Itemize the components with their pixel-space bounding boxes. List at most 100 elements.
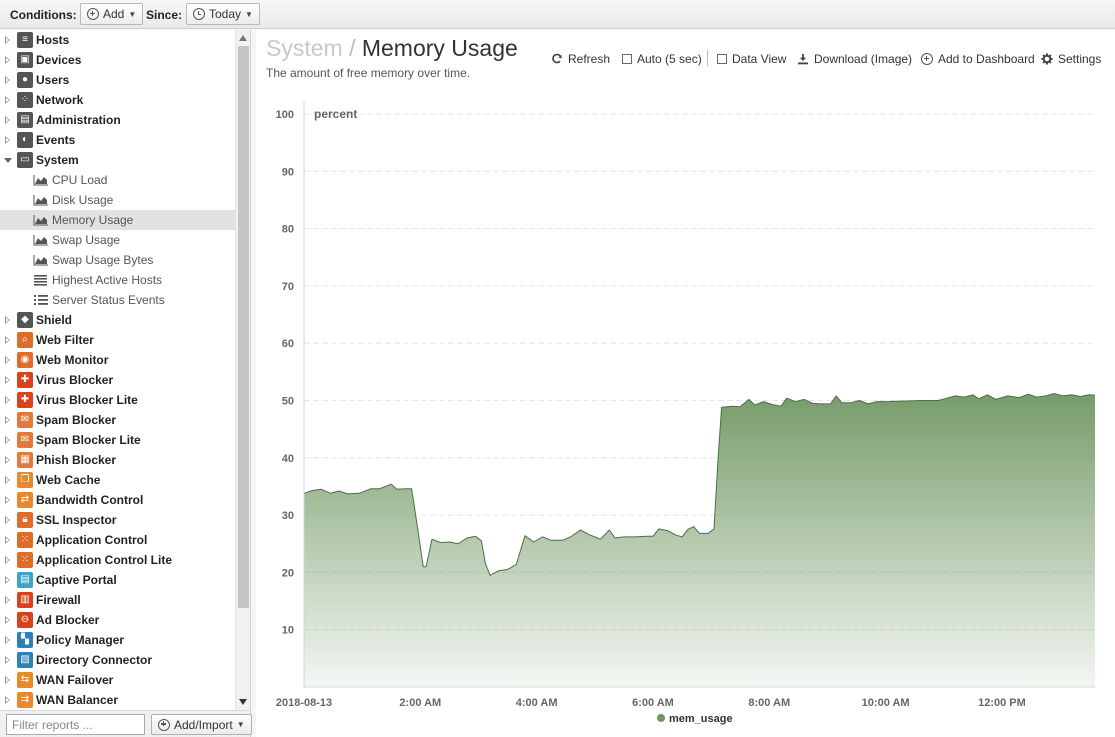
spam-blocker-lite-icon: ✉ xyxy=(17,432,33,448)
sidebar-item-label: Web Monitor xyxy=(36,353,109,367)
report-item-server-status-events[interactable]: Server Status Events xyxy=(0,290,235,310)
sidebar-item-web-monitor[interactable]: ◉ Web Monitor xyxy=(0,350,235,370)
filter-reports-input[interactable] xyxy=(6,714,145,735)
sidebar-item-network[interactable]: ⁘ Network xyxy=(0,90,235,110)
sidebar-item-web-filter[interactable]: ⌕ Web Filter xyxy=(0,330,235,350)
y-tick-label: 50 xyxy=(282,396,294,408)
sidebar-item-ad-blocker[interactable]: ⊖ Ad Blocker xyxy=(0,610,235,630)
sidebar-item-devices[interactable]: ▣ Devices xyxy=(0,50,235,70)
area-chart-icon xyxy=(33,234,49,246)
sidebar-scrollbar[interactable] xyxy=(235,30,250,710)
expanded-arrow-icon[interactable] xyxy=(4,158,12,163)
sidebar-item-label: Application Control Lite xyxy=(36,553,172,567)
collapsed-arrow-icon[interactable] xyxy=(5,116,10,124)
sidebar-item-application-control-lite[interactable]: ⁙ Application Control Lite xyxy=(0,550,235,570)
plus-circle-icon xyxy=(87,8,99,20)
sidebar-item-users[interactable]: ● Users xyxy=(0,70,235,90)
conditions-label: Conditions: xyxy=(10,8,77,22)
collapsed-arrow-icon[interactable] xyxy=(5,656,10,664)
sidebar-item-virus-blocker-lite[interactable]: ✚ Virus Blocker Lite xyxy=(0,390,235,410)
collapsed-arrow-icon[interactable] xyxy=(5,136,10,144)
sidebar-item-hosts[interactable]: ≡ Hosts xyxy=(0,30,235,50)
collapsed-arrow-icon[interactable] xyxy=(5,676,10,684)
collapsed-arrow-icon[interactable] xyxy=(5,636,10,644)
sidebar-item-virus-blocker[interactable]: ✚ Virus Blocker xyxy=(0,370,235,390)
sidebar-item-label: Shield xyxy=(36,313,73,327)
y-tick-label: 70 xyxy=(282,281,294,293)
collapsed-arrow-icon[interactable] xyxy=(5,36,10,44)
collapsed-arrow-icon[interactable] xyxy=(5,516,10,524)
sidebar-item-label: Web Cache xyxy=(36,473,101,487)
sidebar-item-wan-failover[interactable]: ⇆ WAN Failover xyxy=(0,670,235,690)
collapsed-arrow-icon[interactable] xyxy=(5,336,10,344)
collapsed-arrow-icon[interactable] xyxy=(5,436,10,444)
collapsed-arrow-icon[interactable] xyxy=(5,616,10,624)
scroll-down-arrow-icon[interactable] xyxy=(239,699,247,705)
y-tick-label: 100 xyxy=(276,109,294,121)
collapsed-arrow-icon[interactable] xyxy=(5,96,10,104)
scrollbar-thumb[interactable] xyxy=(238,46,249,608)
collapsed-arrow-icon[interactable] xyxy=(5,536,10,544)
sidebar-item-directory-connector[interactable]: ▧ Directory Connector xyxy=(0,650,235,670)
caret-down-icon: ▼ xyxy=(245,9,253,19)
report-tree: ≡ Hosts ▣ Devices ● Users ⁘ Network ▤ Administrat… xyxy=(0,30,235,710)
sidebar-item-wan-balancer[interactable]: ⇉ WAN Balancer xyxy=(0,690,235,710)
add-condition-button[interactable]: Add ▼ xyxy=(80,3,144,25)
sidebar-item-web-cache[interactable]: ❐ Web Cache xyxy=(0,470,235,490)
sidebar-item-bandwidth-control[interactable]: ⇄ Bandwidth Control xyxy=(0,490,235,510)
sidebar-item-firewall[interactable]: ▥ Firewall xyxy=(0,590,235,610)
sidebar-item-label: Directory Connector xyxy=(36,653,153,667)
collapsed-arrow-icon[interactable] xyxy=(5,416,10,424)
collapsed-arrow-icon[interactable] xyxy=(5,316,10,324)
sidebar-item-captive-portal[interactable]: ▤ Captive Portal xyxy=(0,570,235,590)
collapsed-arrow-icon[interactable] xyxy=(5,76,10,84)
legend-label: mem_usage xyxy=(669,713,733,725)
virus-blocker-icon: ✚ xyxy=(17,372,33,388)
report-item-disk-usage[interactable]: Disk Usage xyxy=(0,190,235,210)
report-item-swap-usage-bytes[interactable]: Swap Usage Bytes xyxy=(0,250,235,270)
sidebar-item-application-control[interactable]: ⁙ Application Control xyxy=(0,530,235,550)
application-control-lite-icon: ⁙ xyxy=(17,552,33,568)
collapsed-arrow-icon[interactable] xyxy=(5,56,10,64)
directory-connector-icon: ▧ xyxy=(17,652,33,668)
report-item-highest-active-hosts[interactable]: Highest Active Hosts xyxy=(0,270,235,290)
application-control-icon: ⁙ xyxy=(17,532,33,548)
list-icon xyxy=(33,294,49,306)
sidebar-item-phish-blocker[interactable]: ▦ Phish Blocker xyxy=(0,450,235,470)
since-label: Since: xyxy=(146,8,183,22)
scroll-up-arrow-icon[interactable] xyxy=(239,35,247,41)
collapsed-arrow-icon[interactable] xyxy=(5,596,10,604)
sidebar-item-spam-blocker[interactable]: ✉ Spam Blocker xyxy=(0,410,235,430)
collapsed-arrow-icon[interactable] xyxy=(5,576,10,584)
collapsed-arrow-icon[interactable] xyxy=(5,556,10,564)
wan-balancer-icon: ⇉ xyxy=(17,692,33,708)
y-tick-label: 90 xyxy=(282,166,294,178)
sidebar-item-ssl-inspector[interactable]: 🔒︎ SSL Inspector xyxy=(0,510,235,530)
collapsed-arrow-icon[interactable] xyxy=(5,356,10,364)
sidebar-item-label: Virus Blocker Lite xyxy=(36,393,138,407)
since-dropdown[interactable]: Today ▼ xyxy=(186,3,260,25)
y-tick-label: 60 xyxy=(282,338,294,350)
collapsed-arrow-icon[interactable] xyxy=(5,696,10,704)
sidebar-item-label: System xyxy=(36,153,79,167)
report-item-cpu-load[interactable]: CPU Load xyxy=(0,170,235,190)
sidebar-item-administration[interactable]: ▤ Administration xyxy=(0,110,235,130)
memory-usage-chart: 10 20 30 40 50 60 70 80 90 100 percent 2018-08-13 2:… xyxy=(276,102,1096,725)
add-import-button[interactable]: Add/Import ▼ xyxy=(151,714,252,735)
collapsed-arrow-icon[interactable] xyxy=(5,376,10,384)
y-tick-label: 80 xyxy=(282,224,294,236)
text-list-icon xyxy=(33,274,49,286)
report-item-label: Swap Usage xyxy=(52,233,121,247)
collapsed-arrow-icon[interactable] xyxy=(5,456,10,464)
collapsed-arrow-icon[interactable] xyxy=(5,496,10,504)
sidebar-item-events[interactable]: ◐ Events xyxy=(0,130,235,150)
sidebar-item-spam-blocker-lite[interactable]: ✉ Spam Blocker Lite xyxy=(0,430,235,450)
sidebar-item-policy-manager[interactable]: ▚ Policy Manager xyxy=(0,630,235,650)
report-item-memory-usage[interactable]: Memory Usage xyxy=(0,210,235,230)
users-icon: ● xyxy=(17,72,33,88)
collapsed-arrow-icon[interactable] xyxy=(5,476,10,484)
report-item-swap-usage[interactable]: Swap Usage xyxy=(0,230,235,250)
collapsed-arrow-icon[interactable] xyxy=(5,396,10,404)
sidebar-item-shield[interactable]: ◆ Shield xyxy=(0,310,235,330)
sidebar-item-system[interactable]: ▭ System xyxy=(0,150,235,170)
